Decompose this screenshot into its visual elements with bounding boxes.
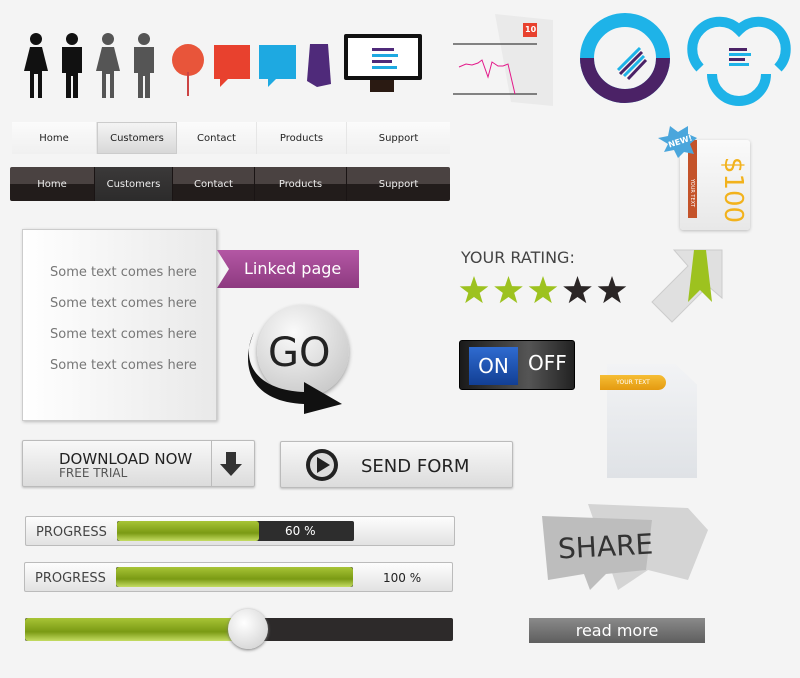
progress-value: 60 % <box>285 524 316 538</box>
slider-fill <box>25 618 248 641</box>
go-label: GO <box>268 330 331 376</box>
progress-label: PROGRESS <box>36 525 107 540</box>
list-item[interactable]: Some text comes here <box>50 358 197 373</box>
read-more-button[interactable]: read more <box>529 618 705 643</box>
arrow-up-right-icon <box>651 249 723 323</box>
download-now-button[interactable]: DOWNLOAD NOW FREE TRIAL <box>22 440 255 487</box>
progress-fill <box>116 567 353 587</box>
nav-bar-dark: Home Customers Contact Products Support <box>10 167 450 201</box>
send-form-label: SEND FORM <box>361 456 470 477</box>
line-chart-card <box>453 14 553 106</box>
star-icon[interactable] <box>563 276 592 304</box>
progress-bar-1: PROGRESS 60 % <box>25 516 455 546</box>
monitor-icon <box>344 34 422 80</box>
star-icon[interactable] <box>528 276 558 304</box>
monitor-stand <box>370 80 394 92</box>
nav-light-customers[interactable]: Customers <box>97 122 177 154</box>
star-icon[interactable] <box>597 276 627 304</box>
rating-label: YOUR RATING: <box>461 248 575 267</box>
speech-bubble-red-icon <box>214 45 250 87</box>
star-icon[interactable] <box>494 276 523 304</box>
list-item[interactable]: Some text comes here <box>50 327 197 342</box>
download-arrow-icon <box>220 452 242 476</box>
toggle-off[interactable]: OFF <box>528 351 567 375</box>
woman-icon <box>24 33 48 98</box>
man-icon <box>134 33 154 98</box>
send-form-button[interactable]: SEND FORM <box>280 441 513 488</box>
progress-value: 100 % <box>383 571 422 585</box>
list-panel: Some text comes here Some text comes her… <box>22 229 217 421</box>
slider-track[interactable] <box>25 609 453 649</box>
shape-icons <box>172 44 331 96</box>
nav-light-contact[interactable]: Contact <box>177 122 257 154</box>
star-icon[interactable] <box>459 276 489 304</box>
download-subtitle: FREE TRIAL <box>59 466 128 480</box>
map-pin-icon <box>172 44 204 96</box>
nav-bar-light: Home Customers Contact Products Support <box>12 122 450 154</box>
tie-icon <box>307 44 331 87</box>
nav-light-products[interactable]: Products <box>257 122 347 154</box>
cloud-chart <box>687 16 791 106</box>
nav-light-home[interactable]: Home <box>12 122 97 154</box>
note-label: YOUR TEXT <box>600 375 666 390</box>
price-text: $100 <box>718 156 749 224</box>
linked-page-link[interactable]: Linked page <box>217 250 359 288</box>
nav-light-support[interactable]: Support <box>347 122 450 154</box>
list-item[interactable]: Some text comes here <box>50 265 197 280</box>
man-icon <box>62 33 82 98</box>
progress-label: PROGRESS <box>35 571 106 586</box>
slider-knob[interactable] <box>227 609 268 649</box>
share-button[interactable]: SHARE <box>557 528 654 566</box>
on-off-toggle[interactable]: ON OFF <box>459 340 575 390</box>
nav-dark-customers[interactable]: Customers <box>95 167 173 201</box>
nav-dark-home[interactable]: Home <box>10 167 95 201</box>
star-rating[interactable] <box>458 275 630 307</box>
progress-bar-2: PROGRESS 100 % <box>24 562 453 592</box>
nav-dark-support[interactable]: Support <box>347 167 450 201</box>
nav-dark-contact[interactable]: Contact <box>173 167 255 201</box>
list-item[interactable]: Some text comes here <box>50 296 197 311</box>
toggle-on[interactable]: ON <box>469 347 518 385</box>
play-icon <box>306 449 338 481</box>
people-icons <box>24 33 154 98</box>
chart-badge: 10 <box>525 25 537 34</box>
tag-ribbon-text: YOUR TEXT <box>689 178 696 208</box>
nav-dark-products[interactable]: Products <box>255 167 347 201</box>
progress-fill <box>117 521 260 541</box>
speech-bubble-blue-icon <box>259 45 296 87</box>
circle-chart <box>580 13 670 103</box>
woman-icon <box>96 33 120 98</box>
